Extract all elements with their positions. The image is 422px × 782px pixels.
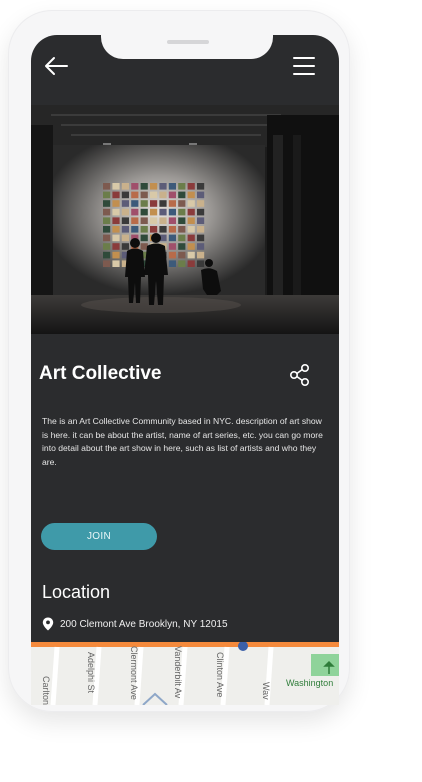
map-street-label: Clinton Ave [215, 652, 225, 697]
location-heading: Location [42, 582, 111, 602]
phone-notch [101, 35, 273, 59]
phone-frame: Art Collective The is an Art Collective … [8, 10, 350, 712]
map-place-label: Washington [286, 678, 333, 688]
menu-button[interactable] [292, 55, 316, 77]
app-screen: Art Collective The is an Art Collective … [31, 35, 339, 705]
share-icon [289, 363, 310, 387]
map-street-label: Adelphi St [86, 652, 96, 694]
event-address: 200 Clemont Ave Brooklyn, NY 12015 [60, 618, 228, 630]
event-description: The is an Art Collective Community based… [42, 416, 323, 467]
map-street-label: Wav [261, 682, 271, 700]
event-title: Art Collective [39, 363, 162, 384]
share-button[interactable] [289, 363, 311, 387]
map-street-label: Clermont Ave [129, 646, 139, 700]
join-button[interactable]: JOIN [41, 523, 157, 550]
map-street-label: Carlton [41, 676, 51, 705]
map-pin-icon [42, 617, 54, 631]
arrow-left-icon [45, 57, 68, 75]
address-row: 200 Clemont Ave Brooklyn, NY 12015 [42, 616, 228, 632]
location-map[interactable]: Carlton Adelphi St Clermont Ave Vanderbi… [31, 641, 339, 705]
map-street-label: Vanderbilt Av [173, 646, 183, 699]
back-button[interactable] [43, 55, 69, 77]
hero-image [31, 105, 339, 334]
phone-speaker [167, 40, 209, 44]
hamburger-menu-icon [293, 57, 315, 75]
